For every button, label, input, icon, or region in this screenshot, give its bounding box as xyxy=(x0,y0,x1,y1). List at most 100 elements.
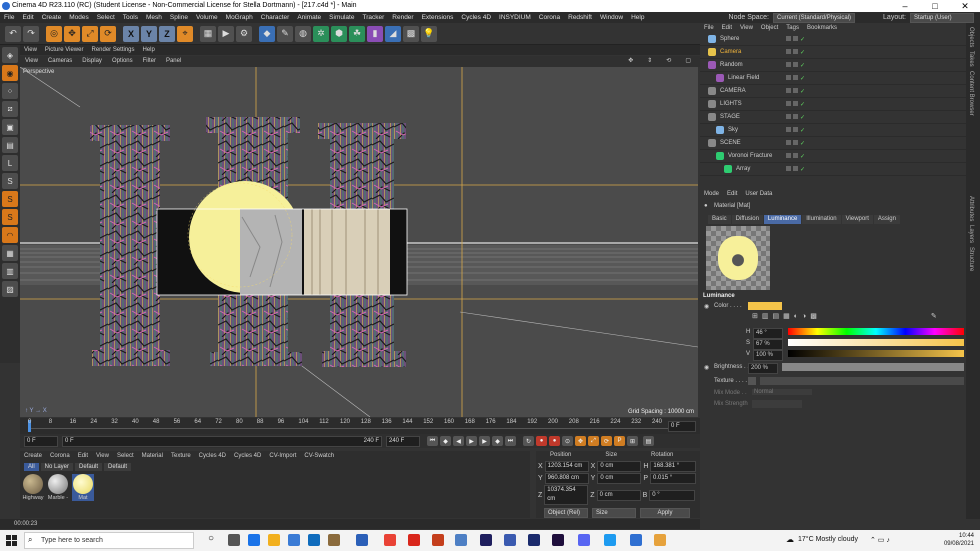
object-row[interactable]: Linear Field ✓ xyxy=(700,72,966,85)
rot-b-field[interactable]: 0 ° xyxy=(649,489,696,501)
mat-menu-material[interactable]: Material xyxy=(138,451,167,461)
menu-file[interactable]: File xyxy=(0,12,18,23)
menu-tools[interactable]: Tools xyxy=(119,12,142,23)
coordinate-icon[interactable]: ⌖ xyxy=(177,25,193,42)
edges-mode-icon[interactable]: ⧄ xyxy=(2,101,18,117)
menu-help[interactable]: Help xyxy=(627,12,648,23)
brightness-slider[interactable] xyxy=(782,363,964,371)
saturation-field[interactable]: 67 % xyxy=(753,339,783,350)
filter-no-layer[interactable]: No Layer xyxy=(40,463,74,471)
next-key-icon[interactable]: ◆ xyxy=(492,436,503,446)
tab-view[interactable]: View xyxy=(20,45,41,55)
menu-render[interactable]: Render xyxy=(388,12,417,23)
obj-menu-tags[interactable]: Tags xyxy=(782,23,803,33)
mat-menu-select[interactable]: Select xyxy=(113,451,138,461)
object-visibility-flags[interactable]: ✓ xyxy=(786,87,805,95)
z-axis-icon[interactable]: Z xyxy=(159,25,175,42)
attr-menu-mode[interactable]: Mode xyxy=(700,188,723,200)
app-icon-2[interactable] xyxy=(504,534,516,546)
zoom-view-icon[interactable]: ⇕ xyxy=(642,56,657,67)
spectrum-icon[interactable]: ▥ xyxy=(762,312,769,320)
scene-icon[interactable]: ◢ xyxy=(385,25,401,42)
model-mode-icon[interactable]: ◈ xyxy=(2,47,18,63)
y-axis-icon[interactable]: Y xyxy=(141,25,157,42)
magnet-icon[interactable]: ◠ xyxy=(2,227,18,243)
filter-default[interactable]: Default xyxy=(75,463,103,471)
texture-arrow-icon[interactable] xyxy=(748,377,756,385)
obj-menu-edit[interactable]: Edit xyxy=(718,23,736,33)
attr-menu-user-data[interactable]: User Data xyxy=(741,188,776,200)
object-visibility-flags[interactable]: ✓ xyxy=(786,74,805,82)
app-icon-4[interactable] xyxy=(630,534,642,546)
object-row[interactable]: Voronoi Fracture ✓ xyxy=(700,150,966,163)
tab-help[interactable]: Help xyxy=(139,45,159,55)
windows-start-icon[interactable] xyxy=(6,535,17,546)
array-icon[interactable]: ⬢ xyxy=(331,25,347,42)
obj-menu-view[interactable]: View xyxy=(736,23,757,33)
mixer-icon[interactable]: ◑ xyxy=(802,313,806,320)
subdivision-icon[interactable]: ◍ xyxy=(295,25,311,42)
camera-icon[interactable]: ▩ xyxy=(403,25,419,42)
tab-assign[interactable]: Assign xyxy=(873,215,900,224)
obj-menu-bookmarks[interactable]: Bookmarks xyxy=(803,23,841,33)
size-mode-dropdown[interactable]: Size xyxy=(592,508,636,518)
powerpoint-icon[interactable] xyxy=(432,534,444,546)
object-visibility-flags[interactable]: ✓ xyxy=(786,100,805,108)
menu-mograph[interactable]: MoGraph xyxy=(222,12,257,23)
hue-slider[interactable] xyxy=(788,328,964,335)
vp-menu-options[interactable]: Options xyxy=(107,56,138,67)
eyedropper-icon[interactable]: ✎ xyxy=(931,312,937,320)
polygons-mode-icon[interactable]: ▣ xyxy=(2,119,18,135)
material-highway[interactable]: Highway xyxy=(22,474,44,501)
taskbar-search[interactable]: Type here to search xyxy=(24,532,194,549)
key-rotation-icon[interactable]: ⟳ xyxy=(601,436,612,446)
key-position-icon[interactable]: ✥ xyxy=(575,436,586,446)
maximize-view-icon[interactable]: ▢ xyxy=(680,56,696,67)
uv-mode-icon[interactable]: ▤ xyxy=(2,137,18,153)
render-settings-icon[interactable]: ⚙ xyxy=(236,25,252,42)
color-radio-icon[interactable]: ◉ xyxy=(704,303,709,310)
app-icon-5[interactable] xyxy=(654,534,666,546)
size-x-field[interactable]: 0 cm xyxy=(597,461,642,472)
cortana-icon[interactable]: ○ xyxy=(208,533,220,545)
render-region-icon[interactable]: ▦ xyxy=(200,25,216,42)
vp-menu-panel[interactable]: Panel xyxy=(161,56,186,67)
size-y-field[interactable]: 0 cm xyxy=(597,473,642,484)
menu-corona[interactable]: Corona xyxy=(535,12,564,23)
autokey-icon[interactable]: ● xyxy=(549,436,560,446)
vp-menu-filter[interactable]: Filter xyxy=(138,56,161,67)
start-frame-field[interactable]: 0 F xyxy=(24,435,58,447)
key-pla-icon[interactable]: ⊞ xyxy=(627,436,638,446)
object-row[interactable]: Camera ✓ xyxy=(700,46,966,59)
x-axis-icon[interactable]: X xyxy=(123,25,139,42)
vp-menu-view[interactable]: View xyxy=(20,56,43,67)
prev-frame-icon[interactable]: ◀ xyxy=(453,436,464,446)
menu-redshift[interactable]: Redshift xyxy=(564,12,596,23)
side-tab-attributes[interactable]: Attributes xyxy=(968,196,974,221)
soft-selection-icon[interactable]: ▨ xyxy=(2,281,18,297)
snap-icon[interactable]: S xyxy=(2,173,18,189)
obj-menu-object[interactable]: Object xyxy=(757,23,782,33)
mat-menu-cv-import[interactable]: CV-Import xyxy=(265,451,300,461)
edge-icon[interactable] xyxy=(248,534,260,546)
side-tab-structure[interactable]: Structure xyxy=(968,247,974,271)
move-icon[interactable]: ✥ xyxy=(64,25,80,42)
word-icon[interactable] xyxy=(356,534,368,546)
play-icon[interactable]: ▶ xyxy=(466,436,477,446)
clock[interactable]: 10:44 09/08/2021 xyxy=(944,532,974,548)
material-marble[interactable]: Marble - xyxy=(47,474,69,501)
select-icon[interactable]: ◎ xyxy=(46,25,62,42)
kelvin-icon[interactable]: ◐ xyxy=(794,313,798,320)
tab-picture-viewer[interactable]: Picture Viewer xyxy=(41,45,88,55)
swatches-icon[interactable]: ▩ xyxy=(810,312,817,320)
pan-view-icon[interactable]: ✥ xyxy=(623,56,638,67)
menu-insydium[interactable]: INSYDIUM xyxy=(495,12,535,23)
menu-volume[interactable]: Volume xyxy=(192,12,222,23)
saturation-slider[interactable] xyxy=(788,339,964,346)
object-row[interactable]: Sphere ✓ xyxy=(700,33,966,46)
object-row[interactable]: Sky ✓ xyxy=(700,124,966,137)
menu-cycles4d[interactable]: Cycles 4D xyxy=(457,12,495,23)
pos-y-field[interactable]: 960.808 cm xyxy=(544,473,589,484)
node-space-dropdown[interactable]: Current (Standard/Physical) xyxy=(773,12,856,23)
undo-icon[interactable]: ↶ xyxy=(5,25,21,42)
